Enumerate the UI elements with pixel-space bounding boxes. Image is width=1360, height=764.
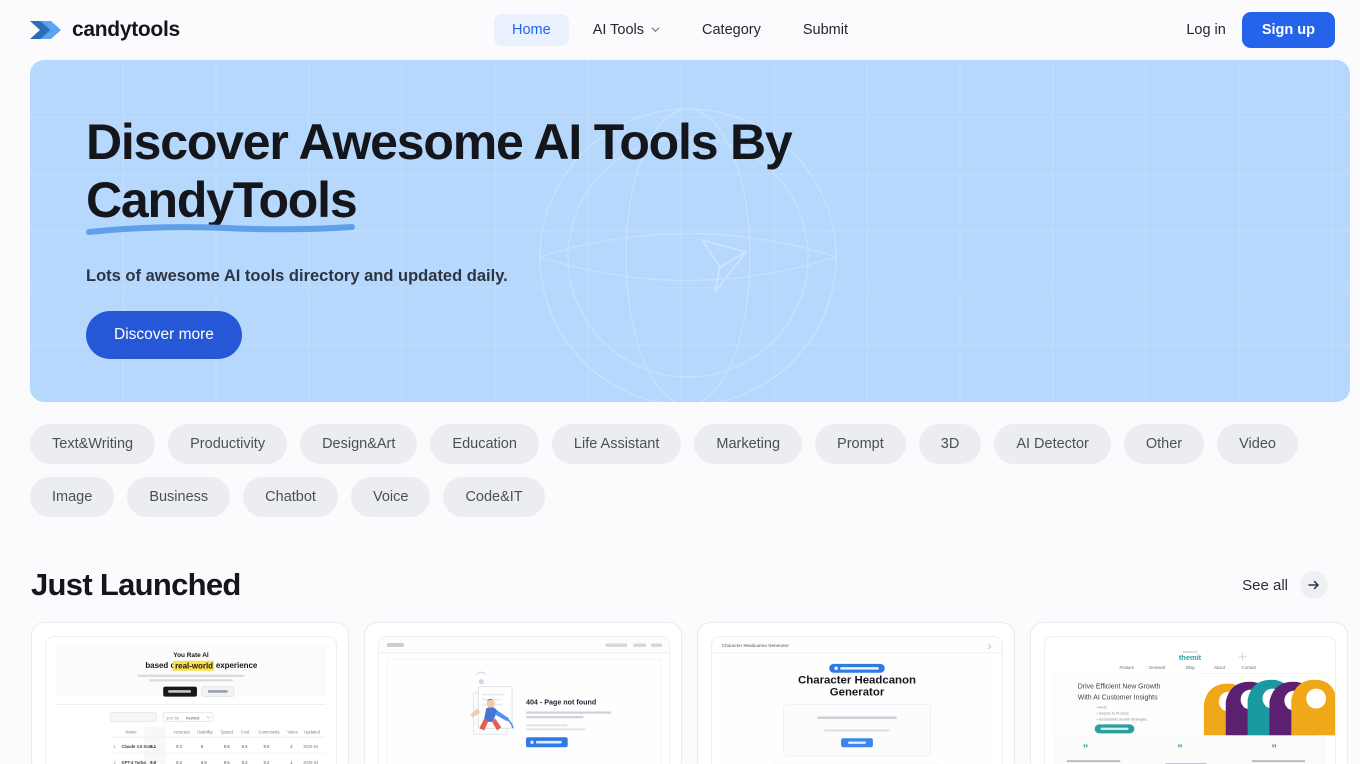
svg-text:About: About — [1214, 665, 1226, 670]
main-nav: Home AI Tools Category Submit — [494, 13, 866, 46]
svg-text:8.8: 8.8 — [201, 760, 207, 764]
svg-text:You Rate AI: You Rate AI — [173, 652, 209, 659]
svg-text:9.0: 9.0 — [150, 760, 156, 764]
svg-text:”: ” — [1177, 743, 1182, 755]
svg-text:”: ” — [1271, 743, 1276, 755]
svg-text:404 - Page not found: 404 - Page not found — [526, 699, 596, 707]
section-title: Just Launched — [31, 567, 241, 602]
signup-button[interactable]: Sign up — [1241, 11, 1335, 48]
svg-text:8.6: 8.6 — [224, 760, 230, 764]
svg-text:9.2: 9.2 — [263, 760, 269, 764]
svg-text:Contact: Contact — [1242, 665, 1258, 670]
svg-text:themit: themit — [1179, 653, 1202, 662]
arrow-right-icon — [1300, 571, 1328, 599]
svg-text:• AI-ify: • AI-ify — [1097, 706, 1107, 710]
tool-card-preview: a brand of themit Feature Demand Blog Abou… — [1044, 636, 1336, 764]
svg-text:Demand: Demand — [1149, 665, 1166, 670]
tool-card[interactable]: 404 - Page not found — [364, 622, 682, 764]
svg-text:Character Headcanon Generator: Character Headcanon Generator — [722, 643, 789, 648]
tool-card-preview: You Rate AI based on real-world experien… — [45, 636, 337, 764]
svg-text:experience: experience — [216, 661, 258, 670]
svg-text:Blog: Blog — [1186, 665, 1195, 670]
svg-text:real-world: real-world — [175, 661, 213, 670]
svg-text:Character Headcanon: Character Headcanon — [798, 675, 916, 687]
chevron-logo-icon — [28, 18, 61, 42]
svg-text:Updated: Updated — [304, 729, 320, 734]
category-tag[interactable]: Marketing — [694, 424, 803, 464]
category-tag-list: Text&Writing Productivity Design&Art Edu… — [0, 402, 1350, 517]
category-tag[interactable]: Education — [430, 424, 539, 464]
svg-text:Speed: Speed — [221, 729, 234, 734]
just-launched-header: Just Launched See all — [0, 517, 1360, 603]
svg-text:9.2: 9.2 — [176, 760, 182, 764]
tool-card-preview: 404 - Page not found — [378, 636, 670, 764]
nav-label-ai-tools: AI Tools — [592, 21, 645, 38]
svg-text:• Sustainable Growth Strategie: • Sustainable Growth Strategies — [1097, 717, 1148, 721]
category-tag[interactable]: Chatbot — [243, 477, 338, 517]
svg-text:Votes: Votes — [287, 729, 297, 734]
category-tag[interactable]: Other — [1123, 424, 1205, 464]
svg-text:Cost: Cost — [241, 729, 250, 734]
svg-text:Feature: Feature — [1119, 665, 1134, 670]
category-tag[interactable]: Design&Art — [300, 424, 418, 464]
category-tag[interactable]: AI Detector — [994, 424, 1111, 464]
hero-banner: Discover Awesome AI Tools By CandyTools … — [30, 60, 1350, 402]
hero-title-line-2: CandyTools — [86, 172, 358, 228]
brand-logo[interactable]: candytools — [28, 18, 180, 42]
svg-text:Generator: Generator — [830, 687, 885, 699]
hero-title: Discover Awesome AI Tools By CandyTools — [86, 113, 846, 229]
chevron-down-icon — [651, 25, 660, 34]
nav-label-category: Category — [702, 21, 761, 38]
nav-item-submit[interactable]: Submit — [785, 14, 866, 46]
nav-item-ai-tools[interactable]: AI Tools — [575, 14, 678, 46]
category-tag[interactable]: Voice — [350, 477, 431, 517]
svg-text:8.8: 8.8 — [224, 744, 230, 749]
category-tag[interactable]: Business — [127, 477, 231, 517]
category-tag[interactable]: Life Assistant — [551, 424, 682, 464]
brand-name: candytools — [72, 17, 180, 41]
nav-label-submit: Submit — [802, 21, 848, 38]
tool-card[interactable]: Character Headcanon Generator Character … — [697, 622, 1015, 764]
category-tag[interactable]: Image — [30, 477, 115, 517]
svg-text:2025-04: 2025-04 — [303, 744, 319, 749]
svg-text:• Surplus to Process: • Surplus to Process — [1097, 711, 1129, 715]
see-all-label: See all — [1242, 576, 1288, 594]
svg-text:Usability: Usability — [197, 729, 214, 734]
svg-text:GPT-4 Turbo: GPT-4 Turbo — [121, 760, 146, 764]
hero-subtitle: Lots of awesome AI tools directory and u… — [86, 267, 508, 285]
nav-item-category[interactable]: Category — [684, 14, 779, 46]
site-header: candytools Home AI Tools Category Submit… — [0, 0, 1360, 59]
svg-text:9.3: 9.3 — [176, 744, 182, 749]
tool-card[interactable]: You Rate AI based on real-world experien… — [31, 622, 349, 764]
category-tag[interactable]: 3D — [918, 424, 982, 464]
category-tag[interactable]: Prompt — [815, 424, 906, 464]
svg-text:8.2: 8.2 — [242, 760, 248, 764]
category-tag[interactable]: Text&Writing — [30, 424, 156, 464]
tool-card-preview: Character Headcanon Generator Character … — [711, 636, 1003, 764]
login-link[interactable]: Log in — [1186, 22, 1226, 38]
tool-card[interactable]: a brand of themit Feature Demand Blog Abou… — [1030, 622, 1348, 764]
discover-more-button[interactable]: Discover more — [86, 311, 242, 359]
just-launched-card-list: You Rate AI based on real-world experien… — [0, 603, 1360, 764]
auth-actions: Log in Sign up — [1186, 11, 1335, 48]
svg-text:8.5: 8.5 — [242, 744, 248, 749]
category-tag[interactable]: Productivity — [168, 424, 288, 464]
svg-text:9.0: 9.0 — [263, 744, 269, 749]
svg-text:Accuracy: Accuracy — [173, 729, 191, 734]
see-all-link[interactable]: See all — [1242, 571, 1328, 599]
svg-text:newest: newest — [186, 715, 200, 720]
nav-label-home: Home — [512, 21, 551, 38]
svg-text:”: ” — [1083, 743, 1088, 755]
svg-text:9.1: 9.1 — [150, 744, 156, 749]
category-tag[interactable]: Video — [1217, 424, 1298, 464]
category-tag[interactable]: Code&IT — [443, 477, 545, 517]
svg-text:Name: Name — [125, 729, 137, 734]
svg-text:With AI Customer Insights: With AI Customer Insights — [1078, 695, 1158, 702]
hero-title-line-1: Discover Awesome AI Tools By — [86, 114, 793, 170]
svg-text:Drive Efficient New Growth: Drive Efficient New Growth — [1078, 684, 1161, 691]
nav-item-home[interactable]: Home — [494, 13, 569, 46]
svg-text:sort by: sort by — [166, 715, 180, 720]
svg-text:Community: Community — [259, 729, 281, 734]
svg-text:2025-04: 2025-04 — [303, 760, 319, 764]
